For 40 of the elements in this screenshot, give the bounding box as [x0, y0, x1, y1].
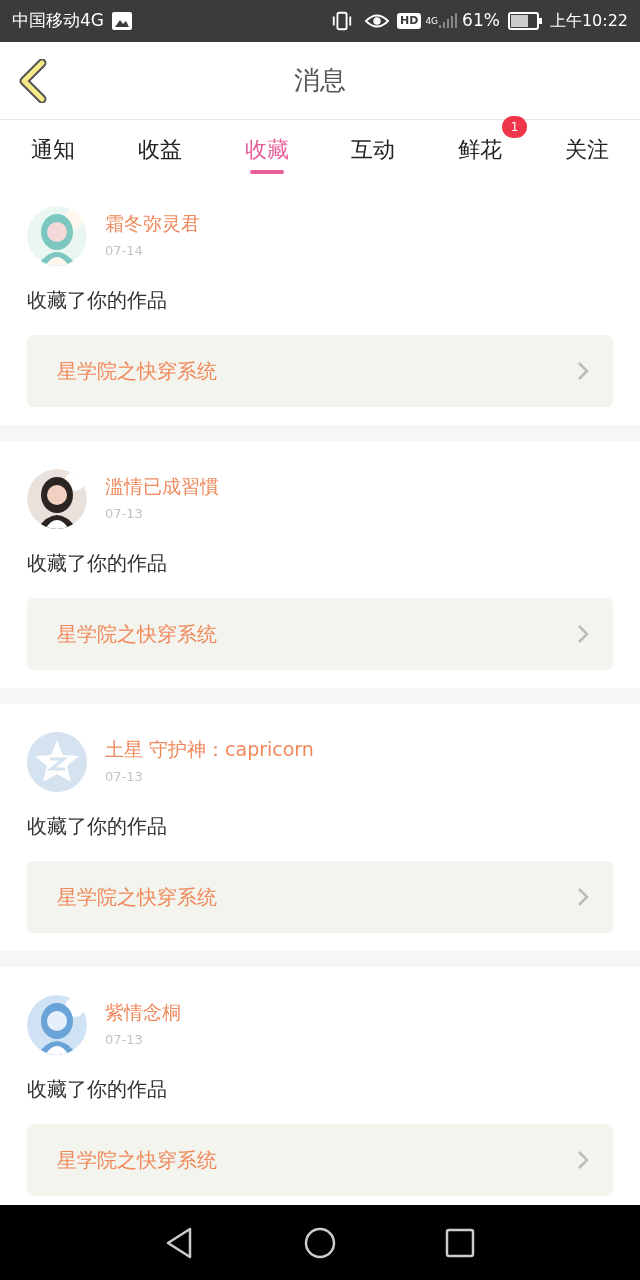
notification-badge: 1: [501, 116, 528, 138]
chevron-right-icon: [577, 361, 589, 381]
clock: 上午10:22: [549, 10, 628, 32]
home-circle-icon: [303, 1225, 337, 1260]
message-date: 07-14: [105, 242, 144, 261]
vibrate-icon: [331, 11, 354, 31]
tab[interactable]: 通知: [0, 120, 107, 178]
chevron-right-icon: [577, 887, 589, 907]
message-date: 07-13: [105, 768, 144, 787]
user-name[interactable]: 滥情已成習慣: [105, 474, 219, 499]
star-avatar-icon: [27, 732, 87, 792]
user-name[interactable]: 霜冬弥灵君: [105, 211, 200, 236]
message-text: 收藏了你的作品: [27, 287, 168, 314]
image-icon: [112, 12, 132, 30]
battery-icon: [507, 12, 542, 30]
user-name[interactable]: 紫情念桐: [105, 1000, 181, 1025]
user-name[interactable]: 土星 守护神：capricorn: [105, 737, 314, 762]
work-link[interactable]: 星学院之快穿系统: [27, 861, 613, 933]
chevron-right-icon: [577, 624, 589, 644]
tab[interactable]: 互动: [320, 120, 427, 178]
hd-badge: HD: [397, 13, 422, 29]
battery-percent: 61%: [462, 9, 500, 33]
message-date: 07-13: [105, 505, 144, 524]
carrier-name: 中国移动4G: [12, 9, 104, 33]
page-title: 消息: [294, 64, 346, 97]
chevron-right-icon: [577, 1150, 589, 1170]
tab[interactable]: 收藏: [213, 120, 320, 178]
tab[interactable]: 收益: [106, 120, 214, 178]
network-type: 4G: [425, 16, 439, 26]
home-nav-button[interactable]: [303, 1225, 337, 1260]
message-text: 收藏了你的作品: [27, 1076, 168, 1103]
tab[interactable]: 关注: [533, 120, 640, 178]
work-link[interactable]: 星学院之快穿系统: [27, 1124, 613, 1196]
message-date: 07-13: [105, 1031, 144, 1050]
message-text: 收藏了你的作品: [27, 550, 168, 577]
work-link[interactable]: 星学院之快穿系统: [27, 598, 613, 670]
eye-icon: [365, 12, 390, 30]
signal-icon: [438, 12, 459, 30]
message-text: 收藏了你的作品: [27, 813, 168, 840]
work-link[interactable]: 星学院之快穿系统: [27, 335, 613, 407]
